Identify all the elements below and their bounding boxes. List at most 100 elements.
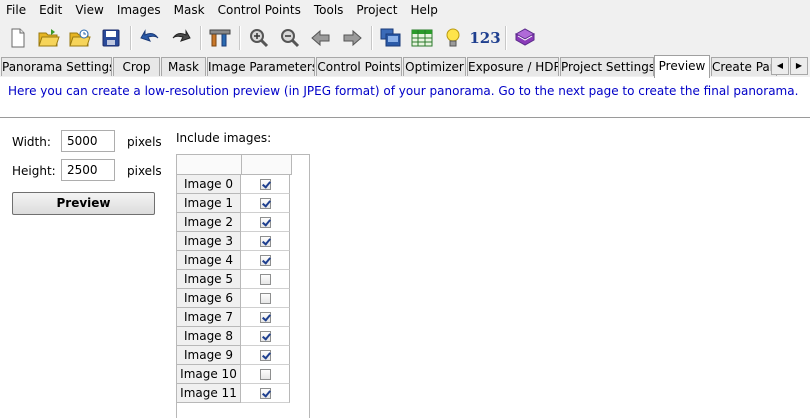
include-checkbox[interactable] [259, 387, 271, 399]
image-name: Image 5 [177, 270, 241, 289]
zoom-in-icon[interactable] [245, 24, 273, 52]
table-row: Image 7 [177, 308, 309, 327]
toolbar-separator [130, 26, 132, 50]
tab-scroll-arrows: ◀ ▶ [770, 57, 808, 75]
height-label: Height: [12, 164, 56, 178]
lightbulb-icon[interactable] [439, 24, 467, 52]
redo-icon[interactable] [167, 24, 195, 52]
include-cell [241, 327, 290, 346]
numbers-label: 123 [469, 29, 501, 47]
include-cell [241, 251, 290, 270]
image-name: Image 7 [177, 308, 241, 327]
table-row: Image 6 [177, 289, 309, 308]
menu-control-points[interactable]: Control Points [212, 0, 308, 21]
include-cell [241, 270, 290, 289]
height-field[interactable]: 2500 [61, 159, 115, 181]
tab-optimizer[interactable]: Optimizer [403, 57, 466, 76]
image-name: Image 6 [177, 289, 241, 308]
menu-edit[interactable]: Edit [33, 0, 69, 21]
include-checkbox[interactable] [259, 273, 271, 285]
include-checkbox[interactable] [259, 311, 271, 323]
include-cell [241, 384, 290, 403]
menu-bar: File Edit View Images Mask Control Point… [0, 0, 810, 21]
table-row: Image 1 [177, 194, 309, 213]
preview-button[interactable]: Preview [12, 192, 155, 215]
include-checkbox[interactable] [259, 235, 271, 247]
include-checkbox[interactable] [259, 292, 271, 304]
height-unit: pixels [127, 164, 162, 178]
divider [0, 117, 810, 118]
zoom-out-icon[interactable] [276, 24, 304, 52]
menu-images[interactable]: Images [111, 0, 168, 21]
menu-view[interactable]: View [69, 0, 110, 21]
tab-image-parameters[interactable]: Image Parameters [207, 57, 315, 76]
tab-scroll-left-icon[interactable]: ◀ [771, 57, 789, 75]
menu-tools[interactable]: Tools [308, 0, 351, 21]
numbers-icon[interactable]: 123 [469, 24, 501, 52]
table-row: Image 0 [177, 175, 309, 194]
image-name: Image 3 [177, 232, 241, 251]
include-cell [241, 213, 290, 232]
menu-file[interactable]: File [0, 0, 33, 21]
info-text: Here you can create a low-resolution pre… [8, 84, 799, 98]
toolbar-separator [371, 26, 373, 50]
image-name: Image 9 [177, 346, 241, 365]
toolbar-separator [239, 26, 241, 50]
tab-scroll-right-icon[interactable]: ▶ [790, 57, 808, 75]
tab-panorama-settings[interactable]: Panorama Settings [1, 57, 112, 76]
next-icon[interactable] [338, 24, 366, 52]
include-checkbox[interactable] [259, 197, 271, 209]
include-checkbox[interactable] [259, 216, 271, 228]
image-list: Image 0 Image 1 Image 2 Image 3 Image 4 Image… [176, 154, 310, 418]
include-cell [241, 232, 290, 251]
include-cell [241, 346, 290, 365]
toolbar-separator [505, 26, 507, 50]
image-name: Image 11 [177, 384, 241, 403]
include-cell [241, 289, 290, 308]
previous-icon[interactable] [307, 24, 335, 52]
include-checkbox[interactable] [259, 330, 271, 342]
table-icon[interactable] [408, 24, 436, 52]
include-images-label: Include images: [176, 131, 272, 145]
include-checkbox[interactable] [259, 349, 271, 361]
menu-help[interactable]: Help [404, 0, 444, 21]
include-checkbox[interactable] [259, 254, 271, 266]
include-cell [241, 194, 290, 213]
image-name: Image 0 [177, 175, 241, 194]
undo-icon[interactable] [136, 24, 164, 52]
include-checkbox[interactable] [259, 368, 271, 380]
width-unit: pixels [127, 135, 162, 149]
image-name: Image 4 [177, 251, 241, 270]
preview-page: Here you can create a low-resolution pre… [0, 77, 810, 418]
save-icon[interactable] [97, 24, 125, 52]
list-header-check [242, 155, 292, 175]
tab-mask[interactable]: Mask [161, 57, 206, 76]
toolbar: 123 [0, 23, 810, 53]
menu-project[interactable]: Project [350, 0, 404, 21]
table-row: Image 11 [177, 384, 309, 403]
book-icon[interactable] [511, 24, 539, 52]
open-icon[interactable] [35, 24, 63, 52]
menu-mask[interactable]: Mask [168, 0, 212, 21]
table-row: Image 8 [177, 327, 309, 346]
tab-exposure-hdr[interactable]: Exposure / HDR [467, 57, 559, 76]
table-row: Image 10 [177, 365, 309, 384]
list-header-name [177, 155, 242, 175]
tab-bar: Panorama Settings Crop Mask Image Parame… [0, 55, 810, 78]
image-name: Image 2 [177, 213, 241, 232]
open-recent-icon[interactable] [66, 24, 94, 52]
tab-preview[interactable]: Preview [654, 55, 710, 78]
tab-control-points[interactable]: Control Points [316, 57, 402, 76]
table-row: Image 9 [177, 346, 309, 365]
new-icon[interactable] [4, 24, 32, 52]
tab-crop[interactable]: Crop [113, 57, 160, 76]
image-name: Image 10 [177, 365, 241, 384]
assistant-icon[interactable] [206, 24, 234, 52]
tab-project-settings[interactable]: Project Settings [560, 57, 654, 76]
fast-preview-icon[interactable] [377, 24, 405, 52]
width-field[interactable]: 5000 [61, 130, 115, 152]
include-checkbox[interactable] [259, 178, 271, 190]
list-header [177, 155, 309, 175]
tab-create-panorama[interactable]: Create Panorama [711, 57, 777, 76]
image-name: Image 8 [177, 327, 241, 346]
